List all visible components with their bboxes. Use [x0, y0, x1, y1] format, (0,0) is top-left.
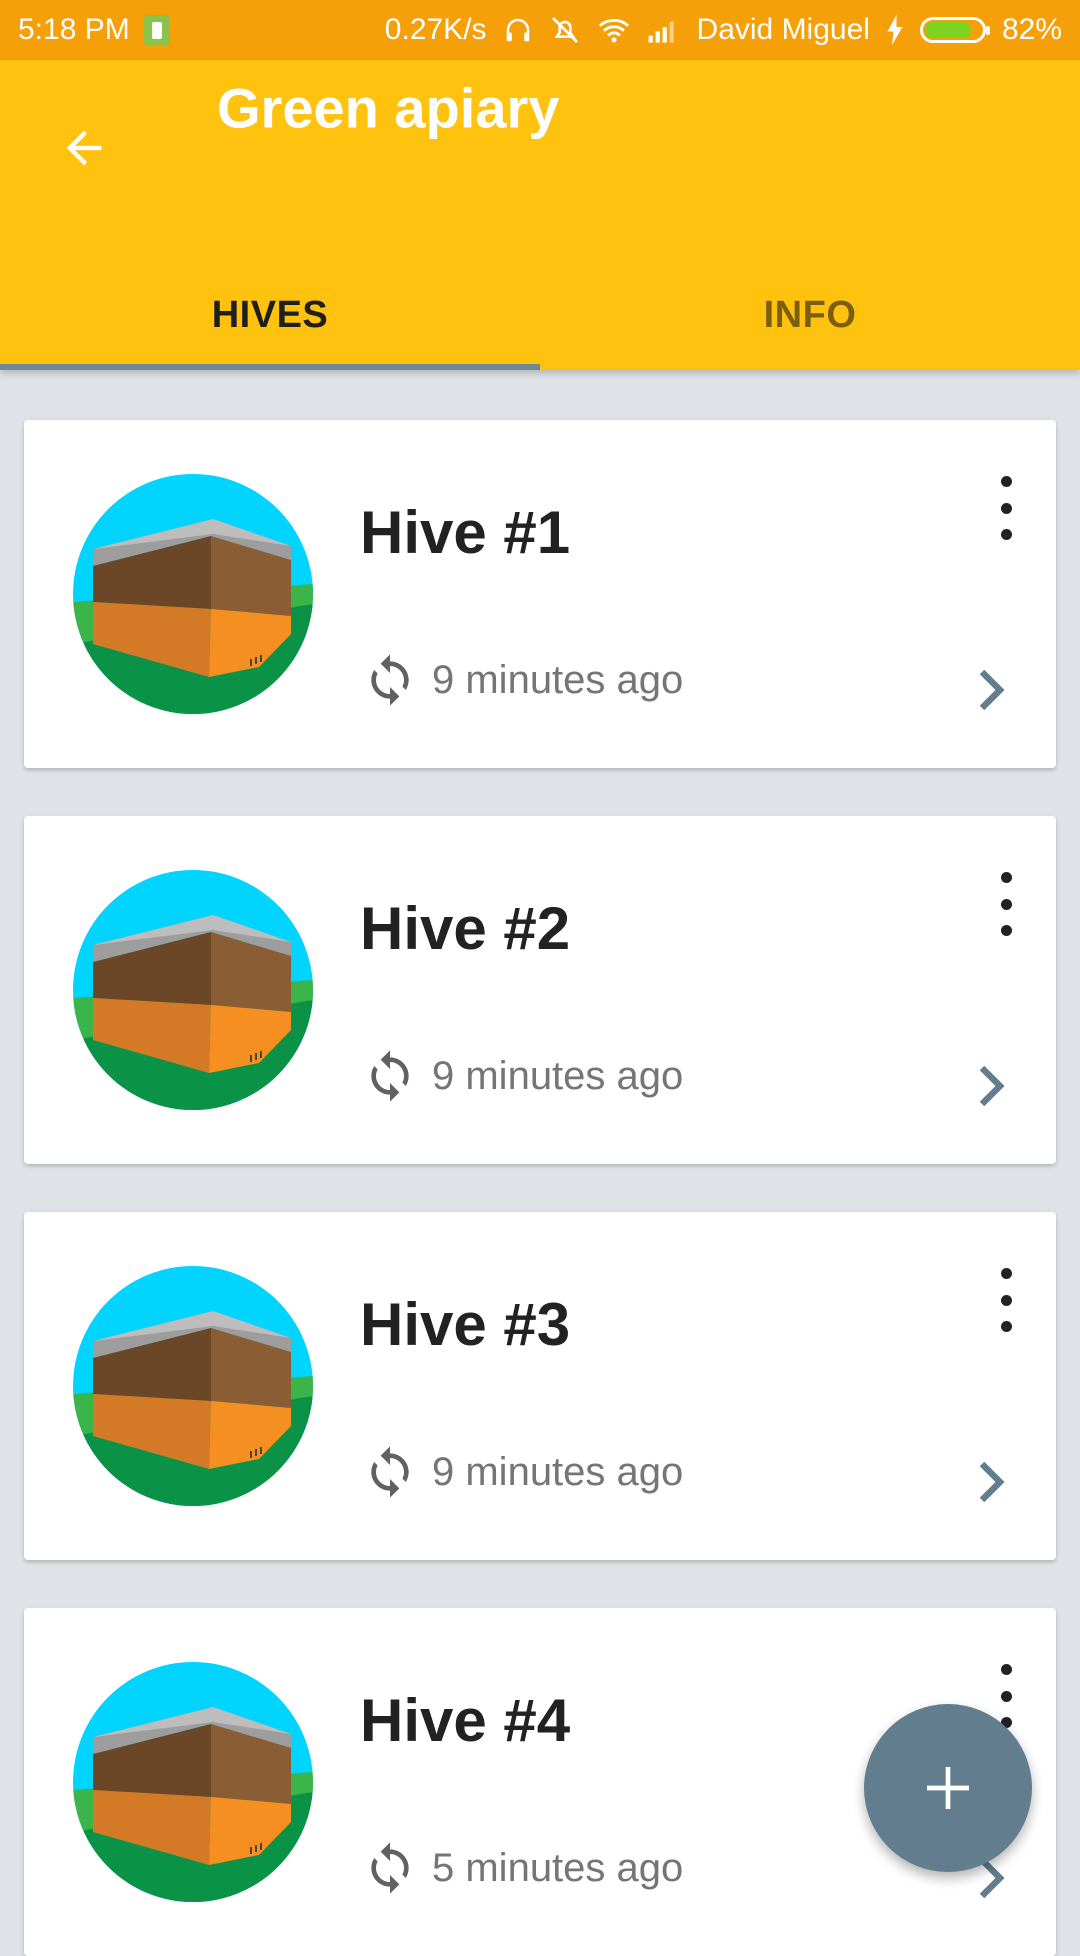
headphones-icon [506, 18, 529, 42]
battery-percent: 82% [1001, 13, 1062, 46]
hive-name: Hive #2 [360, 895, 571, 962]
sync-icon [371, 1842, 409, 1894]
more-vert-icon [1000, 1664, 1012, 1675]
back-button[interactable] [48, 112, 120, 184]
sync-status: 5 minutes ago [362, 1840, 683, 1896]
hive-avatar [73, 870, 313, 1110]
sync-icon [371, 1050, 409, 1102]
sync-time: 9 minutes ago [432, 657, 684, 702]
battery-saver-icon [143, 15, 170, 45]
hive-avatar [73, 1662, 313, 1902]
charging-icon [887, 15, 903, 45]
silent-alarm-icon [551, 17, 578, 43]
tab-info[interactable]: INFO [540, 260, 1080, 370]
carrier-name: David Miguel [696, 13, 870, 46]
wifi-icon [598, 18, 629, 43]
hive-card-2[interactable]: Hive #2 9 minutes ago [24, 816, 1056, 1164]
hive-card-1[interactable]: Hive #1 9 minutes ago [24, 420, 1056, 768]
sync-status: 9 minutes ago [362, 1444, 683, 1500]
sync-time: 5 minutes ago [432, 1845, 684, 1890]
tab-indicator [0, 364, 540, 370]
battery-icon [919, 17, 990, 43]
hive-name: Hive #4 [360, 1687, 571, 1754]
status-bar: 5:18 PM 0.27K/s David Miguel 82% [0, 0, 1080, 60]
network-speed: 0.27K/s [384, 13, 487, 46]
tab-hives[interactable]: HIVES [0, 260, 540, 370]
tab-bar: HIVES INFO [0, 260, 1080, 370]
hive-avatar [73, 474, 313, 714]
hive-name: Hive #1 [360, 499, 571, 566]
sync-status: 9 minutes ago [362, 1048, 683, 1104]
sync-time: 9 minutes ago [432, 1449, 684, 1494]
more-vert-icon [1000, 872, 1012, 883]
more-options-button[interactable] [986, 872, 1026, 936]
sync-icon [371, 654, 409, 706]
more-options-button[interactable] [986, 476, 1026, 540]
sync-icon [371, 1446, 409, 1498]
add-hive-button[interactable] [864, 1704, 1032, 1872]
page-title: Green apiary [217, 76, 560, 140]
plus-icon [927, 1767, 969, 1809]
arrow-back-icon [66, 130, 102, 166]
sync-status: 9 minutes ago [362, 652, 683, 708]
chevron-right-icon[interactable] [972, 1062, 1012, 1110]
chevron-right-icon[interactable] [972, 666, 1012, 714]
hive-card-3[interactable]: Hive #3 9 minutes ago [24, 1212, 1056, 1560]
hive-name: Hive #3 [360, 1291, 571, 1358]
more-options-button[interactable] [986, 1268, 1026, 1332]
signal-icon [648, 21, 674, 43]
status-time: 5:18 PM [18, 13, 130, 46]
chevron-right-icon[interactable] [972, 1458, 1012, 1506]
more-vert-icon [1000, 1268, 1012, 1279]
more-vert-icon [1000, 476, 1012, 487]
hive-avatar [73, 1266, 313, 1506]
app-bar: Green apiary HIVES INFO [0, 60, 1080, 370]
sync-time: 9 minutes ago [432, 1053, 684, 1098]
